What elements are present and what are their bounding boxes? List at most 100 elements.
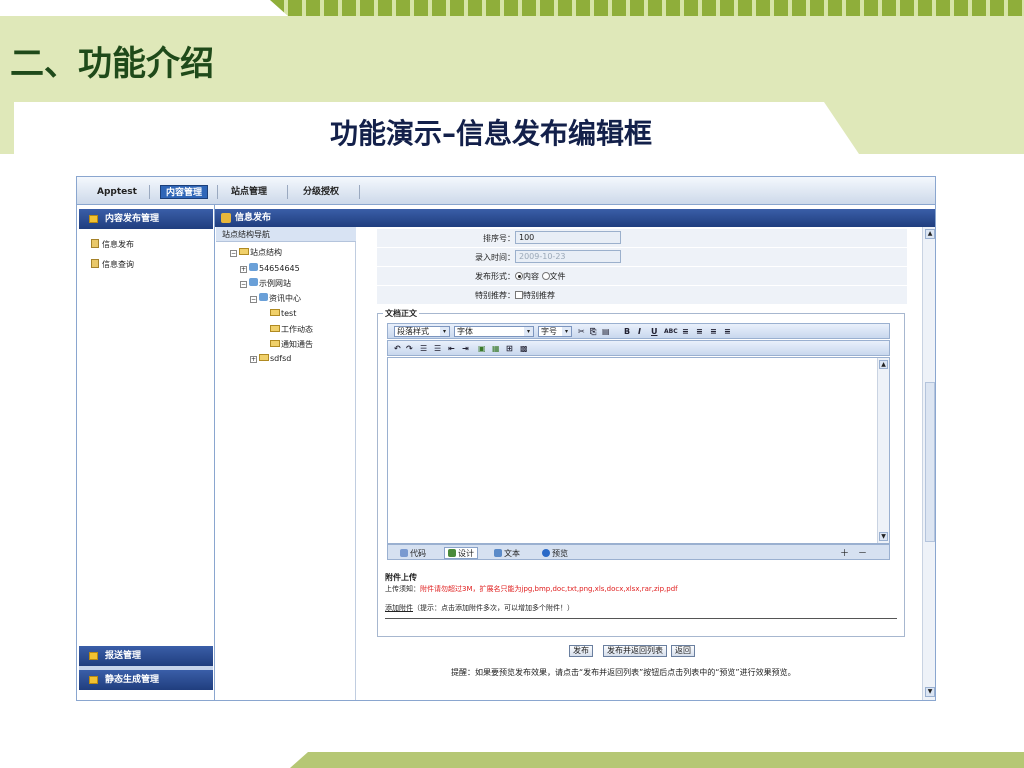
add-attachment-link[interactable]: 添加附件 [385, 604, 413, 612]
tree-node[interactable]: test [270, 309, 296, 318]
sidebar-item-publish[interactable]: 信息发布 [91, 239, 134, 250]
tree-node[interactable]: 通知通告 [270, 339, 313, 350]
tab-site-management[interactable]: 站点管理 [227, 185, 271, 199]
publish-form-row: 发布形式： 内容 文件 [377, 267, 907, 285]
tree-node-root[interactable]: − 站点结构 [230, 247, 282, 258]
unordered-list-icon[interactable]: ☰ [434, 344, 441, 353]
sidebar-panel-content-publish[interactable]: 内容发布管理 [79, 209, 213, 229]
paste-icon[interactable]: ▤ [602, 327, 610, 336]
panel-label: 内容发布管理 [105, 214, 160, 224]
scroll-down-icon[interactable]: ▼ [879, 532, 888, 541]
folder-icon [89, 652, 98, 660]
folder-icon [270, 309, 280, 316]
copy-icon[interactable]: ⎘ [590, 327, 596, 337]
ordered-list-icon[interactable]: ☰ [420, 344, 427, 353]
mode-text[interactable]: 文本 [490, 547, 524, 559]
attachment-title: 附件上传 [385, 573, 417, 582]
special-row: 特别推荐： 特别推荐 [377, 286, 907, 304]
mode-code[interactable]: 代码 [396, 547, 430, 559]
undo-icon[interactable]: ↶ [394, 344, 401, 353]
add-attachment-hint: （提示：点击添加附件多次，可以增加多个附件！） [413, 604, 574, 612]
editor-scrollbar[interactable]: ▲ ▼ [877, 358, 889, 543]
tab-content-management[interactable]: 内容管理 [160, 185, 208, 199]
tree-node[interactable]: +54654645 [240, 263, 300, 273]
document-icon [91, 259, 99, 268]
panel-label: 报送管理 [105, 651, 142, 661]
scroll-up-icon[interactable]: ▲ [879, 360, 888, 369]
folder-icon [270, 340, 280, 347]
tree-node[interactable]: − 示例网站 [240, 278, 291, 289]
panel-label: 静态生成管理 [105, 675, 160, 685]
publish-return-button[interactable]: 发布并返回列表 [603, 645, 667, 657]
insert-media-icon[interactable]: ▦ [492, 344, 500, 353]
insert-image-icon[interactable]: ▣ [478, 344, 486, 353]
left-sidebar: 内容发布管理 信息发布 信息查询 报送管理 静态生成管理 [77, 205, 215, 700]
globe-icon [259, 293, 268, 301]
radio-content[interactable] [515, 272, 523, 280]
mode-design[interactable]: 设计 [444, 547, 478, 559]
preview-tip: 提醒：如果要预览发布效果，请点击“发布并返回列表”按钮后点击列表中的“预览”进行… [451, 668, 796, 677]
rich-text-editor[interactable]: ▲ ▼ [387, 357, 890, 544]
mode-preview[interactable]: 预览 [538, 547, 572, 559]
tab-permissions[interactable]: 分级授权 [299, 185, 343, 199]
date-row: 录入时间： 2009-10-23 [377, 248, 907, 266]
scroll-up-icon[interactable]: ▲ [925, 229, 935, 239]
insert-table-icon[interactable]: ⊞ [506, 344, 513, 353]
folder-icon [89, 215, 98, 223]
sort-input[interactable]: 100 [515, 231, 621, 244]
date-input[interactable]: 2009-10-23 [515, 250, 621, 263]
editor-toolbar-2: ↶ ↷ ☰ ☰ ⇤ ⇥ ▣ ▦ ⊞ ▩ [387, 340, 890, 356]
strikethrough-icon[interactable]: ABC [664, 328, 678, 335]
cut-icon[interactable]: ✂ [578, 327, 585, 336]
indent-icon[interactable]: ⇥ [462, 344, 469, 353]
preview-icon [542, 549, 550, 557]
insert-special-icon[interactable]: ▩ [520, 344, 528, 353]
text-icon [494, 549, 502, 557]
globe-icon [249, 278, 258, 286]
align-right-icon[interactable]: ≡ [710, 327, 717, 336]
document-icon [91, 239, 99, 248]
slide-title: 二、功能介绍 [10, 44, 214, 84]
paragraph-style-select[interactable]: 段落样式 ▾ [394, 326, 450, 337]
sidebar-panel-static-gen[interactable]: 静态生成管理 [79, 670, 213, 690]
tab-separator [217, 185, 218, 199]
site-tree-title: 站点结构导航 [216, 227, 356, 242]
main-panel-title: 信息发布 [235, 213, 272, 223]
special-checkbox-label: 特别推荐 [523, 291, 555, 300]
return-button[interactable]: 返回 [671, 645, 695, 657]
align-left-icon[interactable]: ≡ [682, 327, 689, 336]
editor-mode-bar: 代码 设计 文本 预览 ＋ － [387, 544, 890, 560]
outdent-icon[interactable]: ⇤ [448, 344, 455, 353]
top-navigation: Apptest 内容管理 站点管理 分级授权 [77, 177, 935, 205]
radio-file[interactable] [541, 272, 550, 280]
publish-form: 排序号： 100 录入时间： 2009-10-23 发布形式： 内容 文件 特别… [357, 227, 922, 700]
sidebar-item-query[interactable]: 信息查询 [91, 259, 134, 270]
scroll-down-icon[interactable]: ▼ [925, 687, 935, 697]
page-scrollbar[interactable]: ▲ ▼ [922, 227, 935, 700]
folder-icon [270, 325, 280, 332]
special-checkbox[interactable] [515, 291, 523, 299]
font-size-select[interactable]: 字号 ▾ [538, 326, 572, 337]
bold-icon[interactable]: B [624, 327, 630, 336]
expand-icon[interactable]: ＋ [836, 547, 853, 559]
scroll-thumb[interactable] [925, 382, 935, 542]
underline-icon[interactable]: U [651, 327, 658, 336]
attachment-notice-label: 上传须知： [385, 585, 420, 593]
tree-node[interactable]: 工作动态 [270, 324, 313, 335]
tab-apptest[interactable]: Apptest [97, 185, 137, 199]
collapse-icon[interactable]: － [854, 547, 871, 559]
tab-separator [287, 185, 288, 199]
tree-node[interactable]: − 资讯中心 [250, 293, 301, 304]
tree-node[interactable]: + sdfsd [250, 354, 291, 363]
font-select[interactable]: 字体 ▾ [454, 326, 534, 337]
sidebar-panel-report[interactable]: 报送管理 [79, 646, 213, 666]
bottom-bar-decoration [290, 752, 1024, 768]
tab-separator [149, 185, 150, 199]
justify-icon[interactable]: ≡ [724, 327, 731, 336]
attachment-divider [385, 618, 897, 619]
align-center-icon[interactable]: ≡ [696, 327, 703, 336]
redo-icon[interactable]: ↷ [406, 344, 413, 353]
radio-content-label: 内容 [523, 272, 539, 281]
publish-button[interactable]: 发布 [569, 645, 593, 657]
italic-icon[interactable]: I [638, 327, 641, 336]
